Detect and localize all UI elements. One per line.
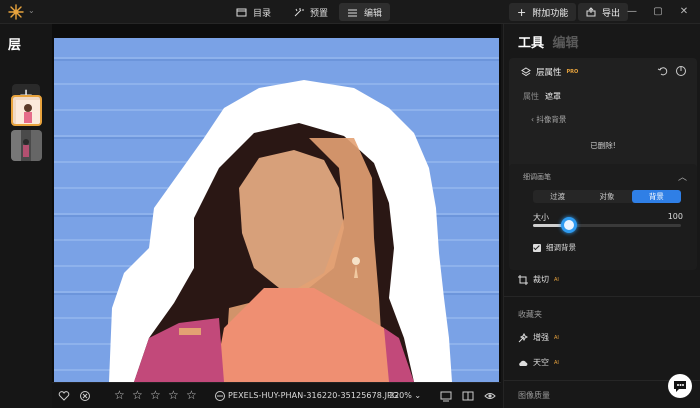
chat-icon xyxy=(674,381,686,392)
brush-mode-selector: 过渡 对象 背景 xyxy=(533,190,681,203)
tab-catalog[interactable]: 目录 xyxy=(228,3,279,21)
layers-title: 层 xyxy=(8,38,22,53)
refine-brush-title: 细调画笔 xyxy=(523,173,551,181)
refine-background-label: 细调背景 xyxy=(546,243,576,252)
refine-brush-card: 细调画笔 ︿ 过渡 对象 背景 大小 100 细调背景 xyxy=(509,164,697,270)
layers-column: 层 + xyxy=(0,24,52,408)
addons-label: 附加功能 xyxy=(532,8,569,19)
crop-ai-badge: AI xyxy=(554,276,559,283)
enhance-ai-badge: AI xyxy=(554,334,559,341)
size-slider-handle[interactable] xyxy=(560,217,577,233)
star-2-icon[interactable]: ☆ xyxy=(132,388,143,402)
export-icon xyxy=(586,7,596,17)
right-panel: 工具 编辑 层属性 PRO 属性 遮罩 ‹ 抖像背景 已删除! 细调画笔 ︿ 过渡… xyxy=(503,24,700,408)
export-button[interactable]: 导出 xyxy=(578,3,629,21)
star-5-icon[interactable]: ☆ xyxy=(186,388,197,402)
maximize-icon[interactable]: ▢ xyxy=(650,4,666,20)
cloud-icon xyxy=(519,360,528,366)
pro-badge: PRO xyxy=(566,69,579,75)
app-logo-icon[interactable] xyxy=(8,4,24,20)
enhance-tool[interactable]: 增强 AI xyxy=(518,332,559,343)
star-4-icon[interactable]: ☆ xyxy=(168,388,179,402)
tab-edit-label: 编辑 xyxy=(364,8,383,19)
crop-icon xyxy=(518,274,528,285)
split-view-icon[interactable] xyxy=(462,390,474,402)
minimize-icon[interactable]: — xyxy=(624,4,640,20)
chat-help-button[interactable] xyxy=(668,374,692,398)
reject-icon[interactable] xyxy=(79,390,91,402)
tab-tools[interactable]: 工具 xyxy=(518,36,544,51)
plus-icon: + xyxy=(517,5,527,19)
tab-catalog-label: 目录 xyxy=(253,8,272,19)
tab-presets-label: 预置 xyxy=(310,8,329,19)
presets-icon xyxy=(294,7,304,16)
top-toolbar: ⌄ 目录 预置 编辑 + 附加功能 导出 — ▢ ✕ xyxy=(0,0,700,24)
mode-transition-button[interactable]: 过渡 xyxy=(533,190,582,203)
export-label: 导出 xyxy=(602,8,621,19)
layer-properties-header[interactable]: 层属性 PRO xyxy=(521,66,578,78)
enhance-label: 增强 xyxy=(533,333,549,342)
size-value[interactable]: 100 xyxy=(668,212,683,221)
sky-ai-badge: AI xyxy=(554,359,559,366)
layer-properties-card: 层属性 PRO 属性 遮罩 ‹ 抖像背景 已删除! xyxy=(509,58,697,176)
file-name: PEXELS-HUY-PHAN-316220-35125678.JPG xyxy=(228,391,399,400)
layers-icon xyxy=(521,67,531,77)
tab-edit-panel[interactable]: 编辑 xyxy=(553,36,579,51)
heart-icon[interactable] xyxy=(58,390,70,402)
star-1-icon[interactable]: ☆ xyxy=(114,388,125,402)
reset-icon[interactable] xyxy=(657,65,669,77)
photo-preview[interactable] xyxy=(54,38,499,382)
mode-object-button[interactable]: 对象 xyxy=(582,190,631,203)
tab-presets[interactable]: 预置 xyxy=(285,3,336,21)
layer-sub-tabs: 属性 遮罩 xyxy=(523,91,561,102)
catalog-icon xyxy=(236,8,247,16)
star-3-icon[interactable]: ☆ xyxy=(150,388,161,402)
crop-label: 裁切 xyxy=(533,275,549,284)
layer-properties-title: 层属性 xyxy=(536,68,562,78)
layer-thumbnail-2[interactable] xyxy=(11,130,42,161)
toggle-visibility-icon[interactable] xyxy=(675,65,687,77)
deleted-status: 已删除! xyxy=(590,141,616,150)
refine-background-checkbox[interactable] xyxy=(533,243,541,252)
sub-tab-mask[interactable]: 遮罩 xyxy=(545,92,561,101)
enhance-icon xyxy=(518,332,528,342)
close-icon[interactable]: ✕ xyxy=(676,4,692,20)
tab-edit[interactable]: 编辑 xyxy=(339,3,391,21)
size-slider[interactable] xyxy=(533,217,681,233)
color-label-icon[interactable] xyxy=(214,390,226,402)
zoom-level[interactable]: 220% ⌄ xyxy=(389,391,421,400)
sub-tab-properties[interactable]: 属性 xyxy=(523,92,539,101)
favorites-section: 收藏夹 xyxy=(518,310,542,319)
mode-background-button[interactable]: 背景 xyxy=(631,190,681,203)
image-quality-section: 图像质量 xyxy=(518,391,550,400)
panel-tabs: 工具 编辑 xyxy=(518,32,579,51)
size-label: 大小 xyxy=(533,213,549,222)
back-to-portrait-background[interactable]: ‹ 抖像背景 xyxy=(531,114,566,125)
sky-tool[interactable]: 天空 AI xyxy=(518,357,559,368)
image-canvas[interactable] xyxy=(52,24,501,382)
app-menu-caret-icon[interactable]: ⌄ xyxy=(28,6,35,15)
edit-icon xyxy=(348,9,357,16)
collapse-caret-icon[interactable]: ︿ xyxy=(678,170,687,183)
zoom-dropdown-icon: ⌄ xyxy=(414,391,422,400)
photo-artwork xyxy=(54,38,499,382)
divider xyxy=(504,296,700,297)
eye-icon[interactable] xyxy=(484,390,496,402)
layer-thumbnail-1[interactable] xyxy=(11,95,42,126)
zoom-value: 220% xyxy=(389,391,412,400)
bottom-toolbar: ☆ ☆ ☆ ☆ ☆ PEXELS-HUY-PHAN-316220-3512567… xyxy=(52,382,501,408)
compare-icon[interactable] xyxy=(440,390,452,402)
refine-background-option[interactable]: 细调背景 xyxy=(533,242,576,253)
sky-label: 天空 xyxy=(533,358,549,367)
crop-tool[interactable]: 裁切 AI xyxy=(518,274,559,285)
addons-button[interactable]: + 附加功能 xyxy=(509,3,577,21)
